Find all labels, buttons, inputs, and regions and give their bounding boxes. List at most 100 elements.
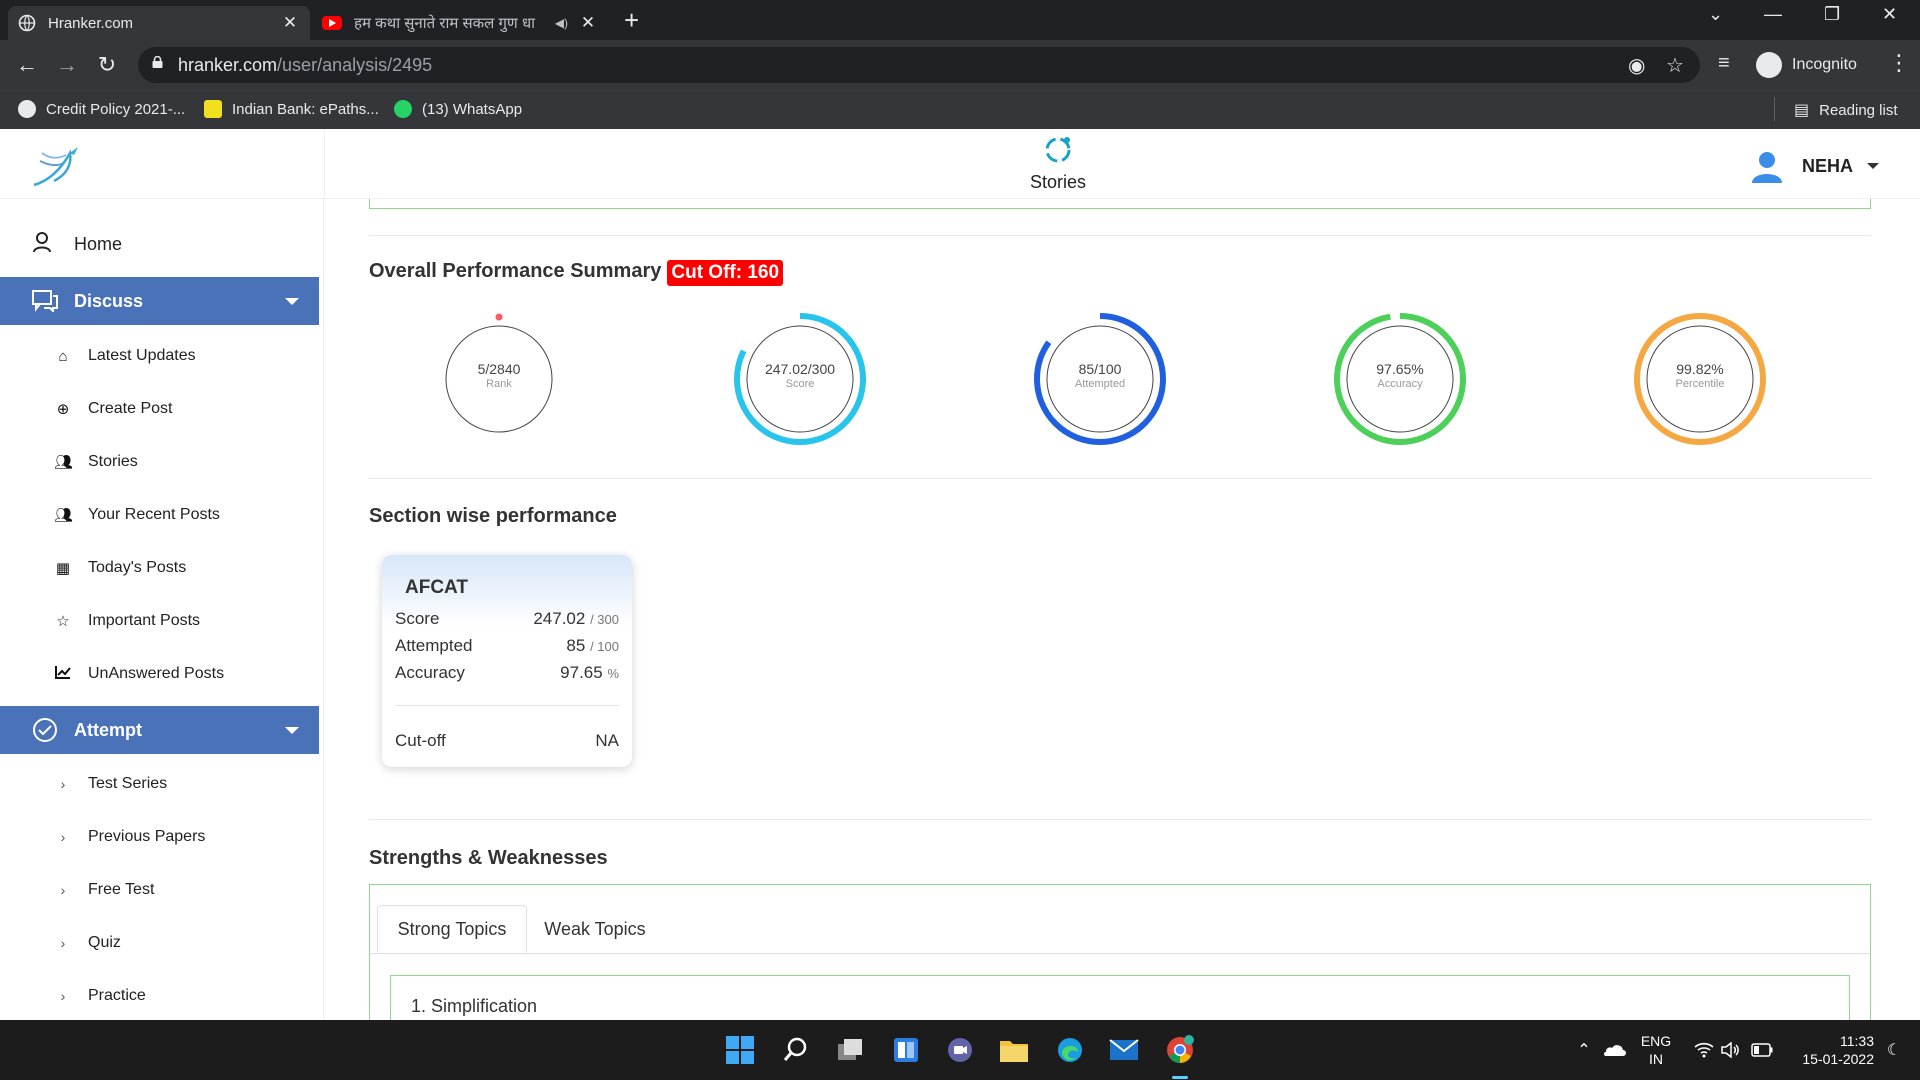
user-menu[interactable]: NEHA (1750, 149, 1880, 183)
edge-icon[interactable] (1052, 1032, 1088, 1068)
whatsapp-icon (394, 100, 412, 118)
incognito-profile[interactable]: Incognito (1756, 46, 1857, 84)
close-tab-icon[interactable]: ✕ (280, 13, 300, 33)
metric-value: 247.02/300 (764, 361, 836, 377)
sidebar-item-todays-posts[interactable]: ▦ Today's Posts (54, 559, 186, 577)
tab-weak-topics[interactable]: Weak Topics (530, 905, 660, 953)
teams-chat-icon[interactable] (942, 1032, 978, 1068)
chevron-right-icon: › (60, 776, 66, 792)
metric-value: 5/2840 (477, 361, 521, 377)
speaker-icon[interactable]: ◀) (555, 16, 568, 30)
battery-icon[interactable] (1744, 1032, 1780, 1068)
windows-taskbar: ⌃ ENG IN 11:33 15-01-2022 ☾ (0, 1020, 1920, 1080)
sidebar-item-quiz[interactable]: › Quiz (54, 934, 121, 952)
sidebar-item-latest-updates[interactable]: ⌂ Latest Updates (54, 347, 195, 365)
search-icon[interactable] (778, 1032, 814, 1068)
summary-heading: Overall Performance Summary Cut Off: 160 (369, 260, 784, 286)
main-content: Overall Performance Summary Cut Off: 160 … (325, 199, 1920, 1020)
url-text: hranker.com/user/analysis/2495 (178, 55, 433, 75)
minimize-button[interactable]: — (1764, 4, 1782, 25)
sidebar-item-home[interactable]: Home (30, 231, 122, 258)
sidebar-item-previous-papers[interactable]: › Previous Papers (54, 828, 206, 846)
attempted-row: Attempted 85 / 100 (395, 636, 619, 655)
reload-icon[interactable]: ↻ (94, 52, 120, 78)
menu-icon[interactable]: ⋮ (1888, 50, 1910, 76)
stories-button[interactable]: Stories (1030, 135, 1086, 193)
app-header: Stories NEHA (0, 129, 1920, 199)
volume-icon[interactable] (1712, 1032, 1748, 1068)
sidebar-item-practice[interactable]: › Practice (54, 987, 146, 1005)
clock[interactable]: 11:33 15-01-2022 (1784, 1032, 1874, 1068)
widgets-icon[interactable] (888, 1032, 924, 1068)
bookmark-whatsapp[interactable]: (13) WhatsApp (394, 100, 522, 118)
globe-icon (18, 14, 36, 32)
sidebar-section-attempt[interactable]: Attempt (0, 706, 319, 754)
task-view-icon[interactable] (832, 1032, 868, 1068)
new-tab-button[interactable]: + (624, 6, 639, 34)
star-icon: ☆ (56, 613, 70, 630)
section-name: AFCAT (405, 577, 468, 598)
home-icon: ⌂ (58, 347, 68, 365)
chevron-right-icon: › (60, 882, 66, 898)
chevron-right-icon: › (60, 829, 66, 845)
chevron-right-icon: › (60, 935, 66, 951)
metric-value: 85/100 (1078, 361, 1122, 377)
tab-search-icon[interactable]: ⌄ (1708, 4, 1723, 25)
indian-bank-icon (204, 100, 222, 118)
browser-chrome: Hranker.com ✕ हम कथा सुनाते राम सकल गुण … (0, 0, 1920, 129)
metric-percentile: 99.82% Percentile (1632, 311, 1768, 447)
mail-icon[interactable] (1106, 1032, 1142, 1068)
caret-down-icon (285, 727, 299, 734)
youtube-icon (322, 16, 342, 30)
section-label: Discuss (74, 290, 144, 311)
metric-value: 99.82% (1676, 361, 1724, 377)
restore-button[interactable]: ❐ (1824, 4, 1840, 25)
sidebar-item-important-posts[interactable]: ☆ Important Posts (54, 612, 200, 630)
sidebar-item-stories[interactable]: 👥︎ Stories (54, 453, 138, 471)
file-explorer-icon[interactable] (996, 1032, 1032, 1068)
hranker-logo[interactable] (30, 141, 82, 191)
strengths-heading: Strengths & Weaknesses (369, 847, 608, 869)
eye-off-icon[interactable]: ◉ (1628, 53, 1645, 78)
user-icon (30, 231, 54, 258)
tab-youtube[interactable]: हम कथा सुनाते राम सकल गुण धा ◀) ✕ (312, 6, 608, 40)
stories-icon (1045, 137, 1071, 163)
sidebar-item-unanswered-posts[interactable]: UnAnswered Posts (54, 665, 224, 683)
sidebar-item-test-series[interactable]: › Test Series (54, 775, 167, 793)
users-icon: 👥︎ (54, 507, 74, 524)
onedrive-icon[interactable] (1596, 1032, 1632, 1068)
sidebar-item-create-post[interactable]: ⊕ Create Post (54, 400, 173, 418)
language-indicator[interactable]: ENG IN (1636, 1032, 1676, 1068)
list-item: 1. Simplification (411, 996, 538, 1016)
sidebar-item-recent-posts[interactable]: 👥︎ Your Recent Posts (54, 506, 220, 524)
address-bar[interactable]: hranker.com/user/analysis/2495 ◉ ☆ (138, 47, 1700, 83)
sidebar: Home Discuss ⌂ Latest Updates ⊕ Create P… (0, 199, 324, 1020)
plus-circle-icon: ⊕ (56, 401, 70, 418)
tab-title: Hranker.com (48, 14, 134, 32)
stories-label: Stories (1030, 172, 1087, 192)
cutoff-badge: Cut Off: 160 (667, 260, 784, 286)
back-icon[interactable]: ← (14, 52, 40, 78)
score-row: Score 247.02 / 300 (395, 609, 619, 628)
media-control-icon[interactable]: ≡ (1718, 52, 1730, 75)
sidebar-item-free-test[interactable]: › Free Test (54, 881, 155, 899)
metric-label: Score (785, 378, 815, 390)
windows-start-icon[interactable] (722, 1032, 758, 1068)
close-tab-icon[interactable]: ✕ (578, 13, 598, 33)
star-icon[interactable]: ☆ (1666, 53, 1684, 78)
user-name: NEHA (1802, 155, 1854, 176)
globe-icon (18, 100, 36, 118)
tab-strong-topics[interactable]: Strong Topics (377, 905, 527, 953)
users-icon: 👥︎ (54, 454, 74, 471)
section-card-afcat[interactable]: AFCAT Score 247.02 / 300 Attempted 85 / … (382, 555, 632, 767)
section-label: Attempt (74, 719, 142, 740)
bookmark-credit-policy[interactable]: Credit Policy 2021-... (18, 100, 185, 118)
reading-list-button[interactable]: ▤ Reading list (1774, 97, 1898, 121)
sidebar-section-discuss[interactable]: Discuss (0, 277, 319, 325)
forward-icon[interactable]: → (54, 52, 80, 78)
tab-hranker[interactable]: Hranker.com ✕ (8, 6, 310, 40)
chrome-icon[interactable] (1162, 1032, 1198, 1068)
close-window-button[interactable]: ✕ (1882, 4, 1897, 25)
bookmark-indian-bank[interactable]: Indian Bank: ePaths... (204, 100, 379, 118)
notification-moon-icon[interactable]: ☾ (1876, 1032, 1912, 1068)
